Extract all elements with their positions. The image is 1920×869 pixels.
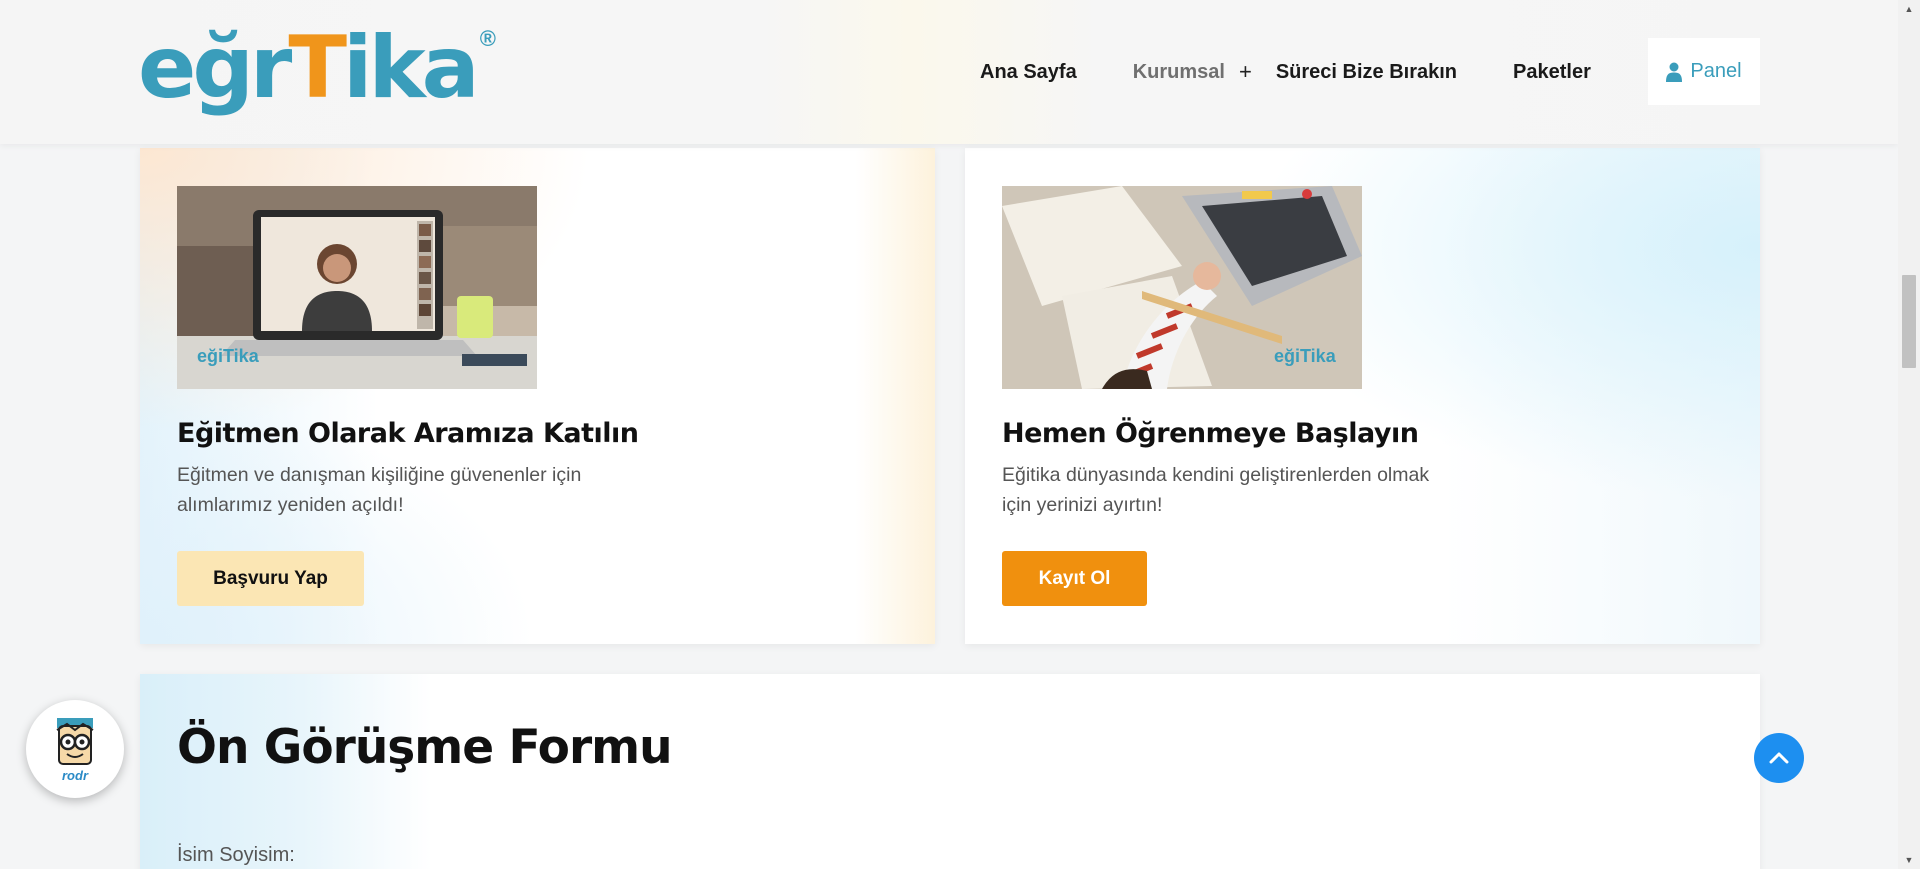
user-icon (1666, 62, 1683, 82)
chevron-up-icon (1769, 752, 1789, 764)
robot-mascot-icon (56, 717, 94, 765)
scroll-up-arrow-icon[interactable]: ▲ (1898, 0, 1920, 18)
page-scrollbar[interactable]: ▲ ▼ (1898, 0, 1920, 869)
scrollbar-thumb[interactable] (1902, 275, 1916, 368)
register-button[interactable]: Kayıt Ol (1002, 551, 1147, 606)
card-description: Eğitmen ve danışman kişiliğine güvenenle… (177, 464, 582, 516)
card-description: Eğitika dünyasında kendini geliştirenler… (1002, 464, 1430, 516)
card-title: Hemen Öğrenmeye Başlayın (1002, 418, 1419, 449)
nav-sureci-bize-birakin[interactable]: Süreci Bize Bırakın (1276, 61, 1457, 84)
scroll-to-top-button[interactable] (1754, 733, 1804, 783)
logo-wordmark: eğrTika (138, 18, 480, 118)
nav-ana-sayfa[interactable]: Ana Sayfa (980, 61, 1077, 84)
image-watermark: eğiTika (1274, 346, 1336, 366)
card-image-studying: eğiTika (1002, 186, 1362, 389)
plus-icon[interactable]: + (1239, 59, 1252, 85)
pre-interview-form-section: Ön Görüşme Formu İsim Soyisim: (140, 674, 1760, 869)
registered-mark: ® (479, 26, 496, 51)
card-title: Eğitmen Olarak Aramıza Katılın (177, 418, 639, 449)
card-image-video-call: eğiTika (177, 186, 537, 389)
name-field-label: İsim Soyisim: (177, 844, 295, 866)
scroll-down-arrow-icon[interactable]: ▼ (1898, 851, 1920, 869)
nav-paketler[interactable]: Paketler (1513, 61, 1591, 84)
panel-button[interactable]: Panel (1648, 38, 1760, 105)
nav-kurumsal[interactable]: Kurumsal (1133, 61, 1225, 84)
panel-label: Panel (1690, 60, 1742, 82)
site-header: eğrTika ® Ana Sayfa Kurumsal + Süreci Bi… (0, 0, 1898, 144)
chat-bot-button[interactable]: rodr (26, 700, 124, 798)
chat-bot-label: rodr (62, 767, 88, 783)
image-watermark: eğiTika (197, 346, 259, 366)
form-title: Ön Görüşme Formu (177, 720, 673, 775)
card-instructor: eğiTika Eğitmen Olarak Aramıza Katılın E… (140, 148, 935, 644)
card-student: eğiTika Hemen Öğrenmeye Başlayın Eğitika… (965, 148, 1760, 644)
apply-button[interactable]: Başvuru Yap (177, 551, 364, 606)
site-logo[interactable]: eğrTika ® (138, 18, 496, 122)
main-nav: Ana Sayfa Kurumsal + Süreci Bize Bırakın… (980, 38, 1591, 106)
